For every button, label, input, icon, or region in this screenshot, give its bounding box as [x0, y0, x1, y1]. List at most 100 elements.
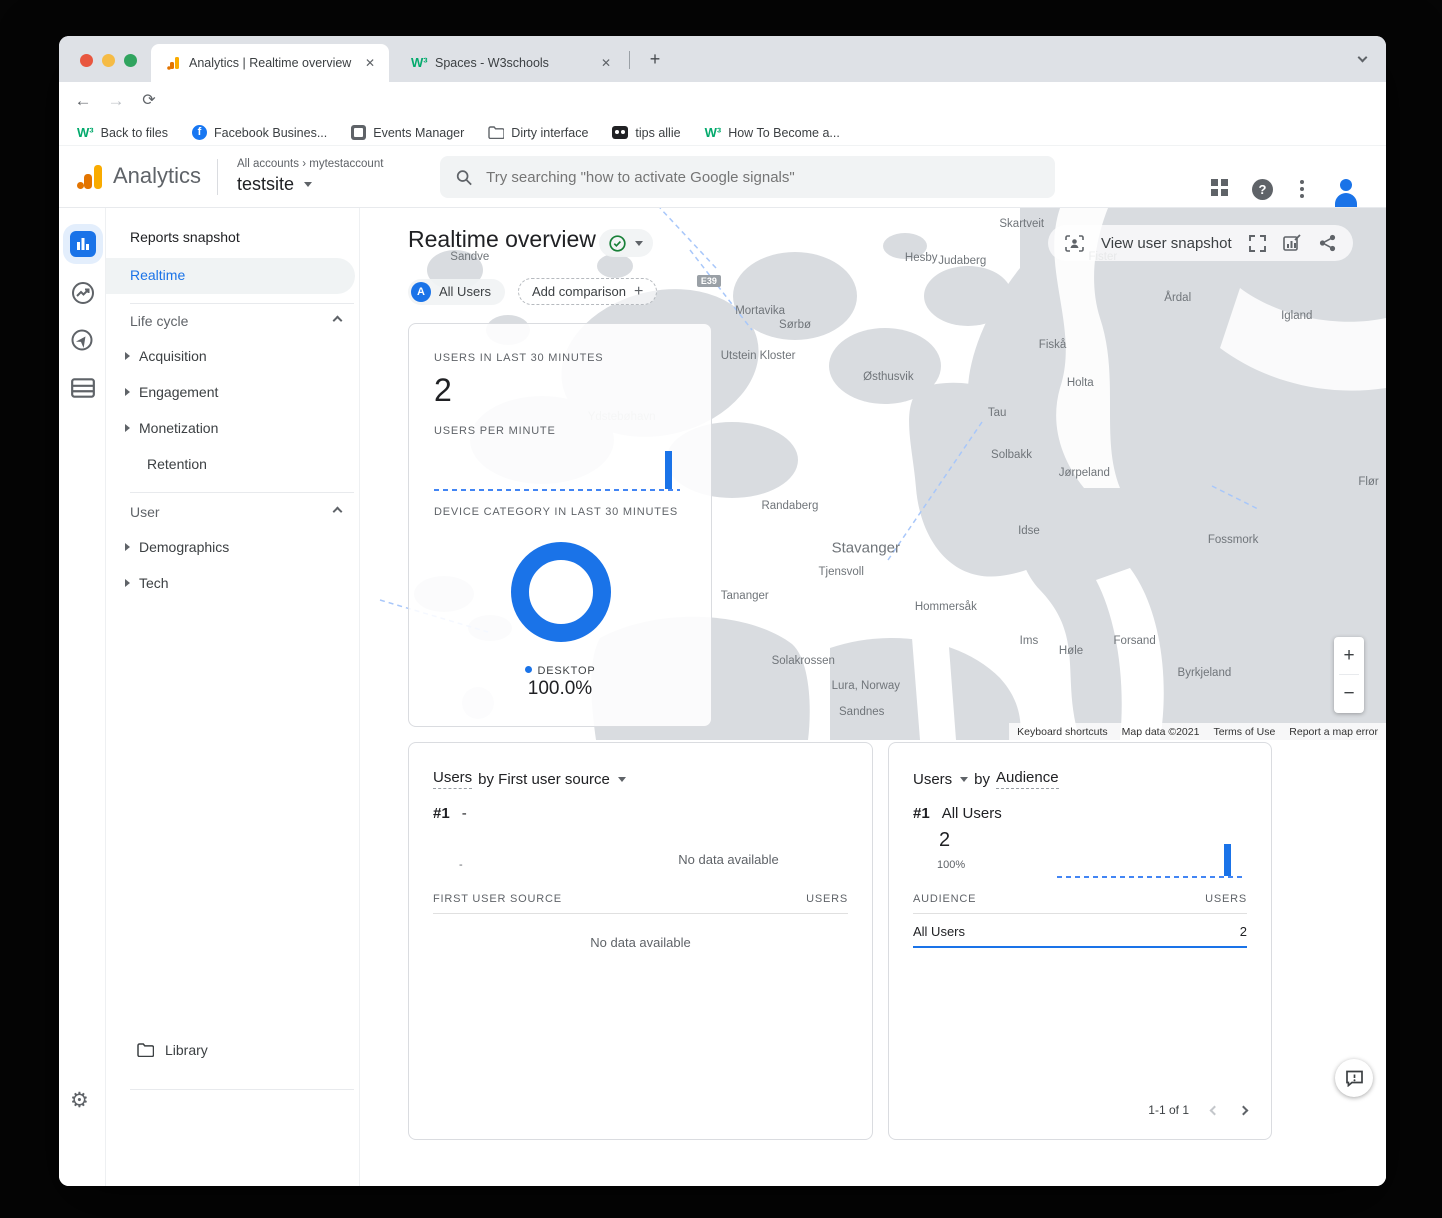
events-manager-icon: [351, 125, 366, 140]
breadcrumb[interactable]: All accounts › mytestaccount: [237, 158, 383, 170]
user-snapshot-icon: [1065, 235, 1084, 252]
map-place-label: Idse: [1018, 525, 1040, 537]
search-bar[interactable]: [440, 156, 1055, 198]
bookmark-dirty-interface[interactable]: Dirty interface: [488, 126, 588, 140]
map-place-label: Utstein Kloster: [721, 350, 796, 362]
bookmark-how-to-become[interactable]: W³How To Become a...: [705, 125, 840, 140]
forward-button[interactable]: →: [102, 87, 130, 115]
bookmark-tips-allie[interactable]: tips allie: [612, 126, 680, 140]
map-place-label: Randaberg: [761, 500, 818, 512]
tab-strip: Analytics | Realtime overview ✕ W³ Space…: [59, 36, 1386, 82]
chart-empty-state: No data available: [609, 851, 848, 869]
bookmark-back-to-files[interactable]: W³Back to files: [77, 125, 168, 140]
expand-arrow-icon: [125, 543, 130, 551]
sidebar-section-life-cycle[interactable]: Life cycle: [130, 313, 188, 329]
pagination-label: 1-1 of 1: [1148, 1103, 1189, 1117]
sidebar-item-tech[interactable]: Tech: [125, 575, 169, 591]
expand-arrow-icon: [125, 388, 130, 396]
all-users-chip[interactable]: AAll Users: [408, 279, 505, 305]
map-attribution-item[interactable]: Terms of Use: [1213, 726, 1275, 738]
rail-insights-icon[interactable]: [70, 280, 96, 306]
video-icon: [612, 126, 628, 139]
previous-page-icon[interactable]: [1210, 1105, 1220, 1115]
map-place-label: Solakrossen: [772, 655, 835, 667]
map-place-label: Flør: [1358, 476, 1378, 488]
library-folder-icon: [137, 1043, 154, 1057]
settings-gear-icon[interactable]: ⚙: [70, 1088, 89, 1113]
realtime-summary-card: USERS IN LAST 30 MINUTES 2 USERS PER MIN…: [408, 323, 712, 727]
expand-arrow-icon: [125, 579, 130, 587]
search-input[interactable]: [486, 169, 1039, 186]
bookmarks-bar: W³Back to files fFacebook Busines... Eve…: [59, 120, 1386, 146]
sidebar-item-demographics[interactable]: Demographics: [125, 539, 229, 555]
feedback-button[interactable]: [1335, 1059, 1373, 1097]
tab-w3schools[interactable]: W³ Spaces - W3schools ✕: [397, 44, 625, 82]
sidebar-section-user[interactable]: User: [130, 504, 160, 520]
audience-card-title[interactable]: UsersbyAudience: [913, 769, 1059, 789]
segment-a-icon: A: [411, 282, 431, 302]
fullscreen-icon[interactable]: [1249, 235, 1266, 252]
edit-chart-icon[interactable]: [1283, 234, 1302, 252]
sidebar-item-acquisition[interactable]: Acquisition: [125, 348, 207, 364]
map-place-label: Sørbø: [779, 319, 811, 331]
data-quality-badge[interactable]: [599, 229, 653, 257]
fullscreen-window-button[interactable]: [124, 54, 137, 67]
analytics-logo-icon[interactable]: [75, 163, 105, 191]
row-progress-bar: [913, 946, 1247, 948]
tab-title: Spaces - W3schools: [435, 56, 597, 70]
help-icon[interactable]: ?: [1252, 179, 1273, 200]
minimize-window-button[interactable]: [102, 54, 115, 67]
share-nodes-icon[interactable]: [1319, 234, 1336, 252]
map-place-label: Sandnes: [839, 706, 884, 718]
property-selector[interactable]: testsite: [237, 174, 312, 195]
map-place-label: Stavanger: [832, 539, 900, 556]
tab-close-icon[interactable]: ✕: [361, 54, 379, 72]
sparkline-spike-bar: [1224, 844, 1231, 876]
sidebar-item-monetization[interactable]: Monetization: [125, 420, 218, 436]
source-card-title[interactable]: Users by First user source: [433, 769, 626, 789]
map-place-label: Fiskå: [1039, 339, 1066, 351]
next-page-icon[interactable]: [1239, 1105, 1249, 1115]
sidebar-item-retention[interactable]: Retention: [147, 456, 207, 472]
bookmark-events-manager[interactable]: Events Manager: [351, 125, 464, 140]
map-place-label: Skartveit: [999, 218, 1044, 230]
reload-button[interactable]: ⟳: [135, 87, 163, 115]
tab-close-icon[interactable]: ✕: [597, 54, 615, 72]
map-attribution-item[interactable]: Report a map error: [1289, 726, 1378, 738]
add-comparison-button[interactable]: Add comparison+: [518, 278, 657, 305]
header-menu-icon[interactable]: [1300, 180, 1304, 201]
sidebar-item-realtime-selected[interactable]: Realtime: [106, 258, 355, 294]
chevron-down-icon: [304, 182, 312, 187]
zoom-in-button[interactable]: +: [1334, 637, 1364, 674]
map-place-label: Fossmork: [1208, 534, 1258, 546]
chevron-down-icon: [635, 241, 643, 246]
tab-search-chevron-icon[interactable]: [1358, 53, 1368, 63]
audience-sparkline: [1057, 838, 1245, 878]
sidebar-item-reports-snapshot[interactable]: Reports snapshot: [130, 229, 240, 245]
sidebar-item-engagement[interactable]: Engagement: [125, 384, 218, 400]
back-button[interactable]: ←: [69, 87, 97, 115]
analytics-favicon-icon: [165, 55, 181, 71]
zoom-out-button[interactable]: −: [1334, 675, 1364, 712]
tab-title: Analytics | Realtime overview: [189, 56, 361, 70]
new-tab-button[interactable]: +: [643, 48, 667, 72]
rail-reports-icon[interactable]: [70, 231, 96, 257]
sparkline-baseline: [1057, 876, 1245, 878]
tab-analytics[interactable]: Analytics | Realtime overview ✕: [151, 44, 389, 82]
sidebar-item-library[interactable]: Library: [137, 1042, 208, 1058]
product-name[interactable]: Analytics: [113, 163, 201, 189]
source-table-header: FIRST USER SOURCEUSERS: [433, 893, 848, 905]
collapse-chevron-icon[interactable]: [333, 507, 343, 517]
rail-advertising-icon[interactable]: [70, 375, 96, 401]
rail-explore-icon[interactable]: [70, 328, 96, 354]
apps-grid-icon[interactable]: [1211, 179, 1228, 196]
users-30min-label: USERS IN LAST 30 MINUTES: [434, 352, 603, 364]
map-attribution-item[interactable]: Keyboard shortcuts: [1017, 726, 1107, 738]
close-window-button[interactable]: [80, 54, 93, 67]
collapse-chevron-icon[interactable]: [333, 316, 343, 326]
device-legend: DESKTOP: [409, 661, 711, 679]
table-row[interactable]: All Users2: [913, 924, 1247, 939]
bookmark-facebook-business[interactable]: fFacebook Busines...: [192, 125, 327, 140]
view-user-snapshot-button[interactable]: View user snapshot: [1101, 235, 1232, 252]
page-title: Realtime overview: [408, 226, 596, 253]
